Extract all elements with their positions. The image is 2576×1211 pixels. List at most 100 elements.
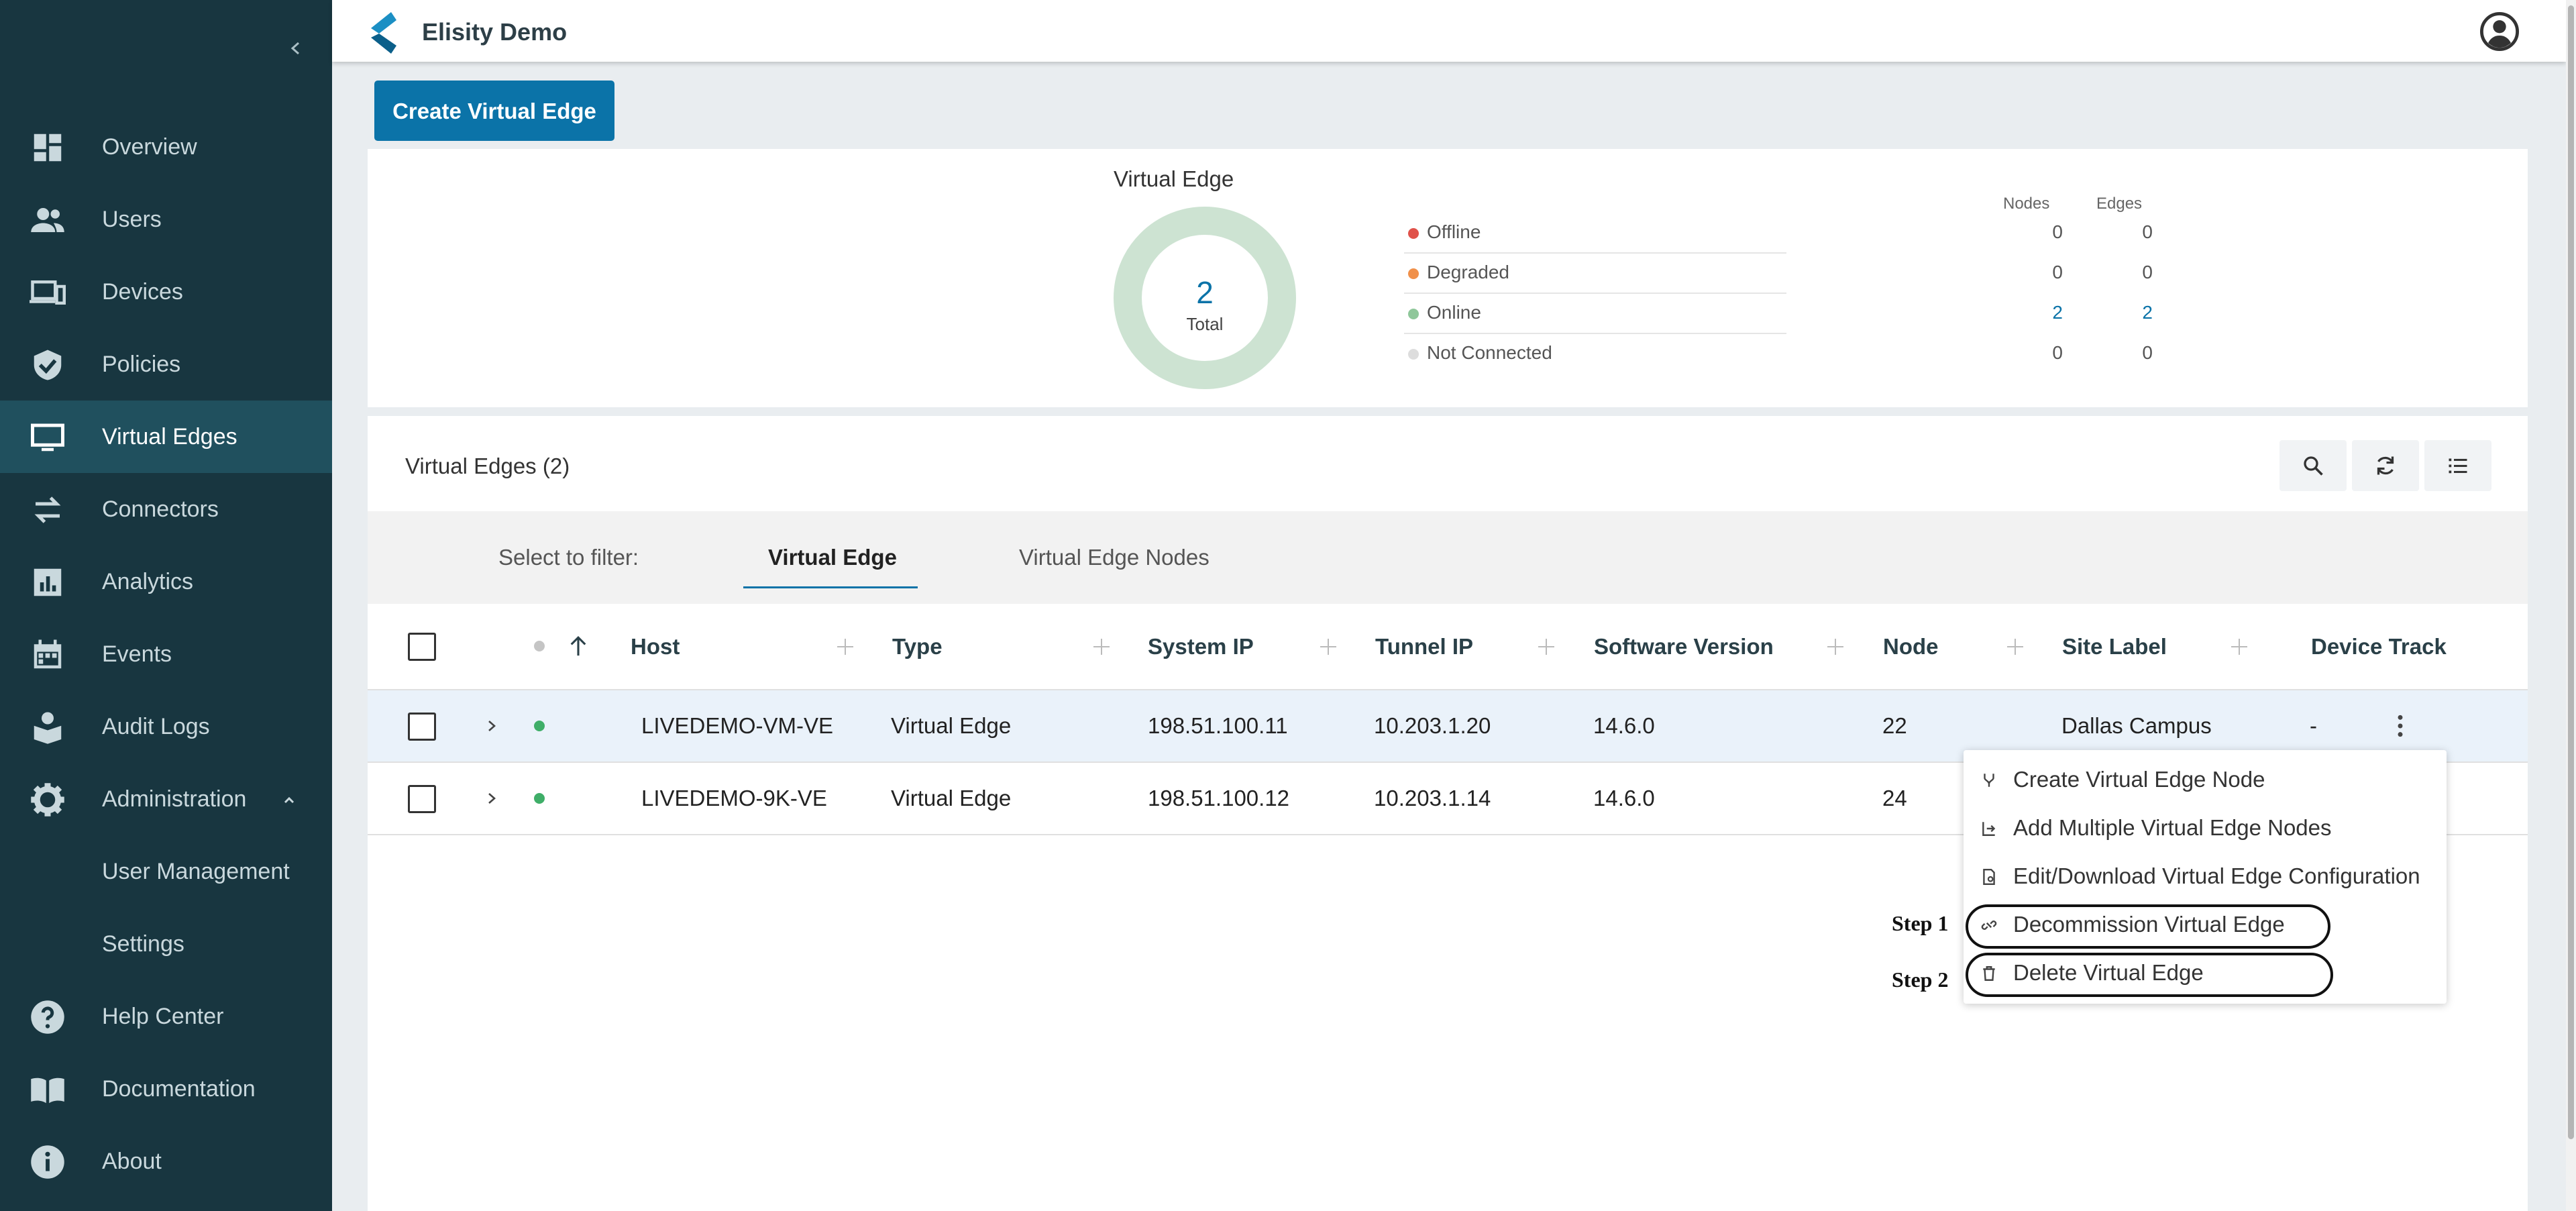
menu-item-label: Create Virtual Edge Node: [2013, 767, 2265, 792]
search-button[interactable]: [2279, 440, 2347, 491]
legend-label: Offline: [1427, 221, 1481, 242]
cell-software-version: 14.6.0: [1593, 786, 1655, 810]
help-icon: [31, 1000, 64, 1034]
add-multiple-icon: [1982, 822, 1996, 836]
active-tab-indicator: [743, 586, 918, 588]
legend-header-edges: Edges: [2096, 195, 2143, 213]
column-header-system-ip[interactable]: System IP: [1148, 604, 1254, 689]
column-header-site-label[interactable]: Site Label: [2062, 604, 2167, 689]
sidebar-item-label: About: [102, 1149, 162, 1174]
column-header-host[interactable]: Host: [631, 604, 680, 689]
audit-log-icon: [34, 712, 62, 744]
legend-nodes-link[interactable]: 2: [2036, 293, 2063, 333]
list-icon: [2449, 458, 2467, 474]
sidebar-item-help-center[interactable]: Help Center: [0, 980, 332, 1053]
sidebar-item-label: Policies: [102, 352, 181, 377]
column-header-software-version[interactable]: Software Version: [1594, 604, 1774, 689]
expand-row-icon[interactable]: [484, 716, 500, 736]
row-checkbox[interactable]: [408, 713, 436, 741]
sidebar-item-policies[interactable]: Policies: [0, 328, 332, 401]
sidebar-item-label: User Management: [102, 859, 290, 884]
sidebar: Overview Users Devices Policies Virtual …: [0, 0, 332, 1211]
column-resize-icon[interactable]: [1537, 637, 1556, 656]
sidebar-item-label: Audit Logs: [102, 714, 210, 739]
column-resize-icon[interactable]: [2006, 637, 2025, 656]
column-header-tunnel-ip[interactable]: Tunnel IP: [1375, 604, 1473, 689]
expand-row-icon[interactable]: [484, 788, 500, 808]
legend-edges-link[interactable]: 2: [2126, 293, 2153, 333]
cell-tunnel-ip: 10.203.1.14: [1374, 786, 1491, 810]
sidebar-item-audit-logs[interactable]: Audit Logs: [0, 690, 332, 763]
donut-total-value: 2: [1196, 275, 1214, 310]
column-list-button[interactable]: [2424, 440, 2491, 491]
sidebar-item-label: Users: [102, 207, 162, 232]
column-resize-icon[interactable]: [1826, 637, 1845, 656]
sidebar-item-devices[interactable]: Devices: [0, 256, 332, 328]
row-actions-kebab-icon[interactable]: [2394, 713, 2407, 739]
fork-icon: [1984, 774, 1994, 787]
menu-item-create-virtual-edge-node[interactable]: Create Virtual Edge Node: [1964, 755, 2447, 804]
cell-system-ip: 198.51.100.11: [1148, 713, 1288, 738]
collapse-sidebar-icon[interactable]: [285, 35, 305, 62]
page-scrollbar[interactable]: [2566, 0, 2576, 1211]
cell-node: 24: [1882, 786, 1907, 810]
legend-nodes-value: 0: [2052, 342, 2063, 363]
column-resize-icon[interactable]: [1092, 637, 1111, 656]
sidebar-item-label: Help Center: [102, 1004, 224, 1029]
cell-system-ip: 198.51.100.12: [1148, 786, 1290, 810]
sidebar-item-virtual-edges[interactable]: Virtual Edges: [0, 401, 332, 473]
legend-label: Online: [1427, 302, 1481, 323]
status-dot: [1408, 349, 1419, 360]
select-all-checkbox[interactable]: [408, 633, 436, 661]
legend-label: Degraded: [1427, 262, 1509, 282]
refresh-button[interactable]: [2352, 440, 2419, 491]
status-dot: [1408, 268, 1419, 279]
row-checkbox[interactable]: [408, 785, 436, 813]
sidebar-item-administration[interactable]: Administration: [0, 763, 332, 835]
sidebar-item-documentation[interactable]: Documentation: [0, 1053, 332, 1125]
legend-label: Not Connected: [1427, 342, 1552, 363]
sidebar-item-about[interactable]: About: [0, 1125, 332, 1198]
sidebar-item-connectors[interactable]: Connectors: [0, 473, 332, 545]
swap-arrows-icon: [34, 496, 61, 523]
cell-host[interactable]: LIVEDEMO-9K-VE: [641, 763, 827, 834]
legend-edges-value: 0: [2142, 221, 2153, 242]
book-icon: [31, 1077, 64, 1104]
cell-tunnel-ip: 10.203.1.20: [1374, 713, 1491, 738]
legend-row-degraded: Degraded 0 0: [1404, 252, 2153, 294]
column-resize-icon[interactable]: [2230, 637, 2249, 656]
column-resize-icon[interactable]: [836, 637, 855, 656]
sidebar-item-analytics[interactable]: Analytics: [0, 545, 332, 618]
menu-item-add-multiple-virtual-edge-nodes[interactable]: Add Multiple Virtual Edge Nodes: [1964, 804, 2447, 852]
menu-item-label: Add Multiple Virtual Edge Nodes: [2013, 815, 2332, 840]
sidebar-item-user-management[interactable]: User Management: [0, 835, 332, 908]
create-virtual-edge-button[interactable]: Create Virtual Edge: [374, 81, 614, 141]
sidebar-item-events[interactable]: Events: [0, 618, 332, 690]
sidebar-item-users[interactable]: Users: [0, 183, 332, 256]
sidebar-item-overview[interactable]: Overview: [0, 111, 332, 183]
scrollbar-thumb[interactable]: [2568, 5, 2574, 1139]
devices-icon: [30, 280, 66, 305]
legend-row-online: Online 2 2: [1404, 293, 2153, 334]
sidebar-item-label: Administration: [102, 786, 247, 812]
info-icon: [31, 1145, 64, 1179]
sidebar-item-label: Overview: [102, 134, 197, 160]
elisity-logo-icon: [371, 12, 396, 54]
config-file-icon: [1983, 868, 1995, 886]
sidebar-item-settings[interactable]: Settings: [0, 908, 332, 980]
column-header-node[interactable]: Node: [1883, 604, 1939, 689]
column-header-device-track[interactable]: Device Track: [2311, 604, 2447, 689]
tab-virtual-edge[interactable]: Virtual Edge: [768, 511, 897, 604]
tab-virtual-edge-nodes[interactable]: Virtual Edge Nodes: [1019, 511, 1210, 604]
menu-item-edit-download-configuration[interactable]: Edit/Download Virtual Edge Configuration: [1964, 852, 2447, 900]
column-resize-icon[interactable]: [1319, 637, 1338, 656]
monitor-icon: [31, 423, 64, 452]
legend-row-offline: Offline 0 0: [1404, 212, 2153, 254]
step1-highlight-oval: [1966, 904, 2330, 949]
cell-host[interactable]: LIVEDEMO-VM-VE: [641, 690, 833, 761]
user-avatar-icon[interactable]: [2480, 12, 2519, 51]
sort-ascending-icon[interactable]: [568, 634, 589, 658]
search-icon: [2304, 456, 2323, 476]
table-header: Host Type System IP Tunnel IP Software V…: [368, 604, 2528, 690]
column-header-type[interactable]: Type: [892, 604, 943, 689]
